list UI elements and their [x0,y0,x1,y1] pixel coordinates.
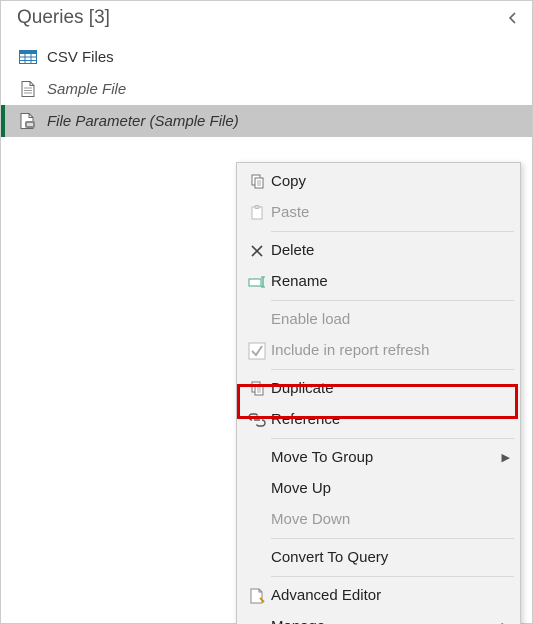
duplicate-icon [243,373,271,404]
query-label: CSV Files [47,49,114,66]
parameter-icon [19,112,37,130]
queries-list: CSV Files Sample File [1,41,532,137]
query-label: File Parameter (Sample File) [47,113,239,130]
menu-separator [271,231,514,232]
menu-manage[interactable]: Manage… ▶ [237,611,520,624]
blank-icon [243,504,271,535]
menu-separator [271,300,514,301]
query-item-file-parameter[interactable]: File Parameter (Sample File) [1,105,532,137]
menu-delete[interactable]: Delete [237,235,520,266]
menu-copy[interactable]: Copy [237,166,520,197]
reference-icon [243,404,271,435]
menu-rename[interactable]: Rename [237,266,520,297]
menu-label: Convert To Query [271,549,510,566]
queries-panel: Queries [3] CSV Files [0,0,533,624]
menu-duplicate[interactable]: Duplicate [237,373,520,404]
submenu-arrow-icon: ▶ [502,451,510,464]
menu-move-up[interactable]: Move Up [237,473,520,504]
menu-move-down: Move Down [237,504,520,535]
rename-icon [243,266,271,297]
checkmark-icon [243,335,271,366]
menu-label: Move Up [271,480,510,497]
menu-reference[interactable]: Reference [237,404,520,435]
submenu-arrow-icon: ▶ [502,620,510,624]
menu-label: Duplicate [271,380,510,397]
blank-icon [243,611,271,624]
panel-header: Queries [3] [1,1,532,35]
menu-advanced-editor[interactable]: Advanced Editor [237,580,520,611]
menu-separator [271,369,514,370]
menu-label: Reference [271,411,510,428]
menu-convert-to-query[interactable]: Convert To Query [237,542,520,573]
document-icon [19,80,37,98]
menu-label: Delete [271,242,510,259]
menu-separator [271,538,514,539]
menu-label: Rename [271,273,510,290]
menu-separator [271,438,514,439]
paste-icon [243,197,271,228]
blank-icon [243,542,271,573]
query-item-csv-files[interactable]: CSV Files [1,41,532,73]
panel-title: Queries [3] [17,7,110,29]
advanced-editor-icon [243,580,271,611]
query-label: Sample File [47,81,126,98]
delete-icon [243,235,271,266]
menu-include-refresh: Include in report refresh [237,335,520,366]
menu-label: Paste [271,204,510,221]
table-icon [19,48,37,66]
collapse-chevron-icon[interactable] [504,9,522,27]
menu-label: Enable load [271,311,510,328]
menu-enable-load: Enable load [237,304,520,335]
menu-label: Manage… [271,618,502,624]
menu-separator [271,576,514,577]
blank-icon [243,304,271,335]
menu-move-to-group[interactable]: Move To Group ▶ [237,442,520,473]
copy-icon [243,166,271,197]
blank-icon [243,473,271,504]
menu-label: Copy [271,173,510,190]
menu-label: Move Down [271,511,510,528]
menu-label: Move To Group [271,449,502,466]
menu-label: Advanced Editor [271,587,510,604]
menu-label: Include in report refresh [271,342,510,359]
menu-paste: Paste [237,197,520,228]
context-menu: Copy Paste Delete [236,162,521,624]
query-item-sample-file[interactable]: Sample File [1,73,532,105]
blank-icon [243,442,271,473]
